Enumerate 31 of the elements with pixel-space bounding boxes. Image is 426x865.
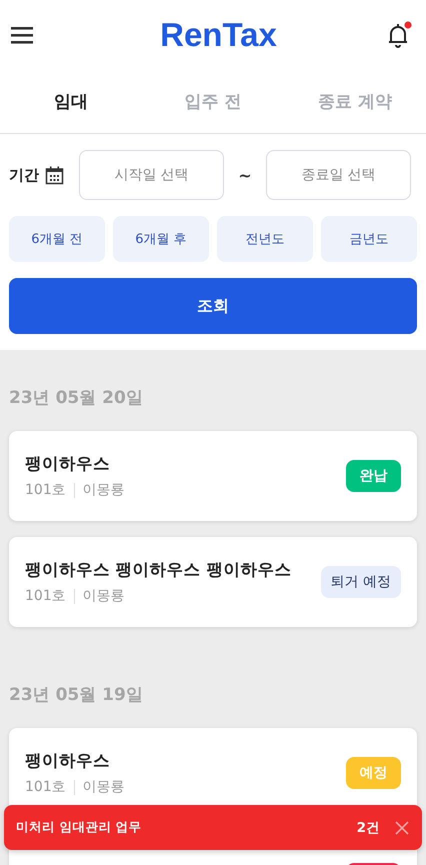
unit-number: 101호 <box>25 481 66 499</box>
unit-number: 101호 <box>25 587 66 605</box>
start-date-field[interactable]: 시작일 선택 <box>79 150 224 200</box>
date-heading: 23년 05월 20일 <box>9 387 144 409</box>
status-badge: 예정 <box>346 757 401 789</box>
tab[interactable]: 임대 <box>0 70 142 133</box>
rental-card[interactable]: 팽이하우스 팽이하우스 팽이하우스 101호 이몽룡 퇴거 예정 <box>9 537 417 627</box>
range-separator: ~ <box>237 166 253 184</box>
app-logo: RenTax <box>160 16 277 54</box>
task-count: 2건 <box>356 818 380 836</box>
end-date-field[interactable]: 종료일 선택 <box>266 150 411 200</box>
period-preset-button[interactable]: 6개월 전 <box>9 216 105 262</box>
tenant-name: 이몽룡 <box>82 778 125 796</box>
period-label: 기간 <box>9 166 39 184</box>
date-heading: 23년 05월 19일 <box>9 684 144 706</box>
menu-icon[interactable] <box>11 25 33 45</box>
toast-message: 미처리 임대관리 업무 <box>16 819 143 836</box>
property-name: 팽이하우스 팽이하우스 팽이하우스 <box>25 559 292 581</box>
property-name: 팽이하우스 <box>25 750 111 772</box>
period-preset-button[interactable]: 전년도 <box>217 216 313 262</box>
status-badge: 퇴거 예정 <box>320 566 401 598</box>
period-preset-button[interactable]: 6개월 후 <box>113 216 209 262</box>
calendar-icon[interactable] <box>45 166 64 184</box>
search-button[interactable]: 조회 <box>9 278 417 334</box>
tenant-name: 이몽룡 <box>82 587 125 605</box>
period-preset-button[interactable]: 금년도 <box>321 216 417 262</box>
property-name: 팽이하우스 <box>25 453 111 475</box>
tenant-name: 이몽룡 <box>82 481 125 499</box>
unit-number: 101호 <box>25 778 66 796</box>
rental-card[interactable]: 팽이하우스 101호 이몽룡 완납 <box>9 431 417 521</box>
status-badge: 완납 <box>346 460 401 492</box>
